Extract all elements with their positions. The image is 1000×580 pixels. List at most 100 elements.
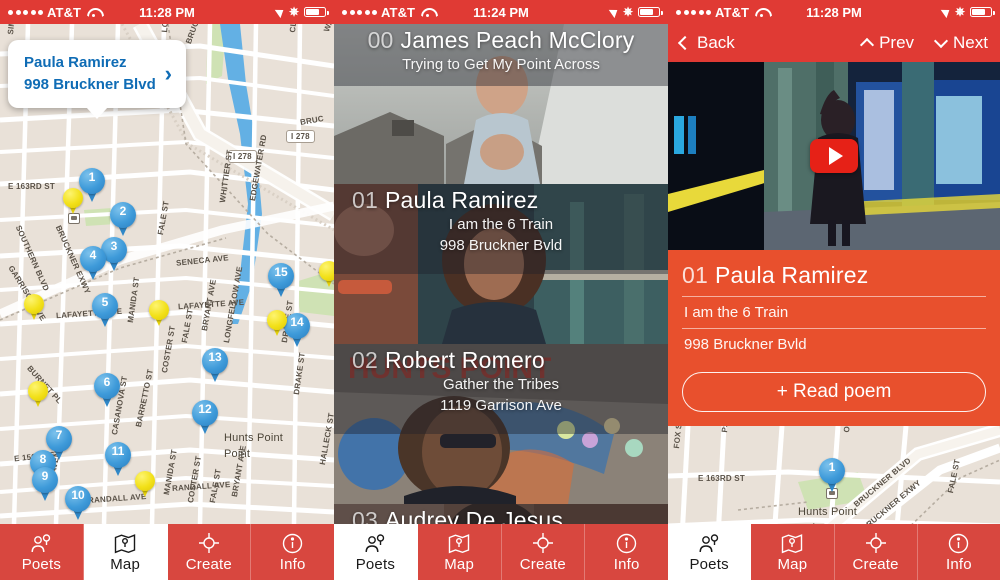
status-bar-map: AT&T 11:28 PM ✵ (0, 0, 334, 24)
detail-title: 01 Paula Ramirez (682, 262, 986, 296)
next-label: Next (953, 33, 988, 52)
tab-label: Create (519, 555, 566, 573)
map-pin[interactable]: 2 (110, 202, 136, 236)
info-icon (948, 532, 969, 554)
screen-poets-list: AT&T 11:24 PM ✵ 00 James Peach McClory T… (334, 0, 668, 580)
video-player[interactable] (668, 62, 1000, 250)
poet-name-line: 01 Paula Ramirez (348, 187, 654, 214)
battery-icon (970, 7, 995, 17)
map-pin[interactable]: 14 (284, 313, 310, 347)
map-pin[interactable] (135, 471, 155, 497)
map-pin[interactable] (63, 188, 83, 214)
poet-index: 01 (352, 187, 378, 213)
prev-button[interactable]: Prev (859, 33, 914, 53)
poet-name: Robert Romero (384, 347, 545, 373)
callout-chevron-right-icon[interactable]: › (165, 61, 172, 87)
poets-icon (697, 532, 721, 554)
list-item[interactable]: 03Audrey De Jesus I am Out: Manida St, 1… (334, 504, 668, 524)
map-pin[interactable]: 15 (268, 263, 294, 297)
tab-poets[interactable]: Poets (334, 524, 418, 580)
poet-name: James Peach McClory (400, 27, 635, 53)
pin-number: 14 (290, 315, 304, 329)
list-item[interactable]: 01 Paula Ramirez I am the 6 Train 998 Bru… (334, 184, 668, 344)
tab-create[interactable]: Create (835, 524, 918, 580)
row-text: 00 James Peach McClory Trying to Get My P… (334, 27, 668, 75)
poet-name-line: 02 Robert Romero (348, 347, 654, 374)
tab-label: Poets (355, 555, 396, 573)
info-icon (616, 532, 637, 554)
map-pin[interactable]: 9 (32, 467, 58, 501)
poem-title: Trying to Get My Point Across (402, 55, 600, 73)
poet-index: 00 (367, 27, 394, 53)
detail-index: 01 (682, 262, 708, 288)
create-icon (865, 532, 887, 554)
poet-name: Audrey De Jesus (384, 507, 564, 524)
tab-label: Poets (689, 555, 729, 573)
tab-create[interactable]: Create (168, 524, 252, 580)
station-name-line1: Hunts Point (798, 506, 858, 518)
tab-label: Create (185, 555, 232, 573)
poem-title: Gather the Tribes (443, 375, 559, 393)
tab-poets[interactable]: Poets (0, 524, 84, 580)
poets-icon (363, 532, 387, 554)
map-pin[interactable]: 4 (80, 246, 106, 280)
subway-station-icon (68, 213, 80, 224)
tab-info[interactable]: Info (585, 524, 668, 580)
street-label: E 163RD ST (698, 474, 745, 483)
chevron-down-icon (933, 33, 949, 49)
map-pin[interactable] (28, 381, 48, 407)
map-view[interactable]: SIMPSON ST E 165TH ST LONGFELLOW AVE CLO… (0, 24, 334, 524)
tab-label: Create (852, 555, 899, 573)
tab-info[interactable]: Info (251, 524, 334, 580)
map-pin[interactable] (149, 300, 169, 326)
tab-poets[interactable]: Poets (668, 524, 752, 580)
map-pin[interactable]: 11 (105, 442, 131, 476)
map-pin[interactable]: 13 (202, 348, 228, 382)
map-pin[interactable]: 12 (192, 400, 218, 434)
map-pin[interactable] (319, 261, 334, 287)
map-pin[interactable]: 5 (92, 293, 118, 327)
status-bar-detail: AT&T 11:28 PM ✵ (668, 0, 1000, 24)
tab-bar-map[interactable]: Poets Map Create Info (0, 524, 334, 580)
pin-number: 10 (71, 488, 85, 502)
tab-label: Poets (21, 555, 62, 573)
youtube-play-icon[interactable] (810, 139, 858, 173)
tab-label: Map (110, 555, 141, 573)
chevron-up-icon (859, 37, 875, 53)
list-item[interactable]: 00 James Peach McClory Trying to Get My P… (334, 24, 668, 184)
pin-number: 9 (41, 469, 49, 483)
map-pin[interactable]: 6 (94, 373, 120, 407)
back-button[interactable]: Back (677, 33, 735, 53)
map-pin[interactable]: 1 (819, 458, 845, 492)
pin-number: 1 (828, 460, 836, 474)
poets-icon (29, 532, 53, 554)
tab-map[interactable]: Map (751, 524, 835, 580)
tab-bar-detail[interactable]: Poets Map Create Info (668, 524, 1000, 580)
map-pin[interactable] (24, 294, 44, 320)
pin-body (63, 188, 83, 208)
back-label: Back (697, 33, 735, 52)
tab-map[interactable]: Map (83, 524, 168, 580)
map-callout-bubble[interactable]: Paula Ramirez 998 Bruckner Blvd › (8, 40, 186, 118)
mini-map[interactable]: FOX ST PSON ST E 163RD ST OE AVE BRUCKNE… (668, 426, 1000, 538)
pin-number: 12 (198, 402, 212, 416)
battery-icon (638, 7, 663, 17)
tab-bar-poets[interactable]: Poets Map Create Info (334, 524, 668, 580)
poets-list[interactable]: 00 James Peach McClory Trying to Get My P… (334, 24, 668, 524)
pin-number: 5 (101, 295, 109, 309)
list-item[interactable]: HUNTS POINT 02 Robert Romero Gather the T… (334, 344, 668, 504)
tab-info[interactable]: Info (918, 524, 1000, 580)
tab-create[interactable]: Create (502, 524, 586, 580)
callout-name: Paula Ramirez (24, 54, 127, 71)
detail-poem-title: I am the 6 Train (682, 296, 986, 328)
pin-body (135, 471, 155, 491)
map-icon (448, 532, 470, 554)
read-poem-button[interactable]: + Read poem (682, 372, 986, 412)
next-button[interactable]: Next (933, 33, 988, 53)
map-pin[interactable] (267, 310, 287, 336)
neighborhood-label: Point (224, 448, 251, 460)
poet-detail-card: 01 Paula Ramirez I am the 6 Train 998 Bru… (668, 250, 1000, 426)
poem-title: I am the 6 Train (448, 215, 554, 233)
tab-map[interactable]: Map (418, 524, 502, 580)
map-pin[interactable]: 10 (65, 486, 91, 520)
